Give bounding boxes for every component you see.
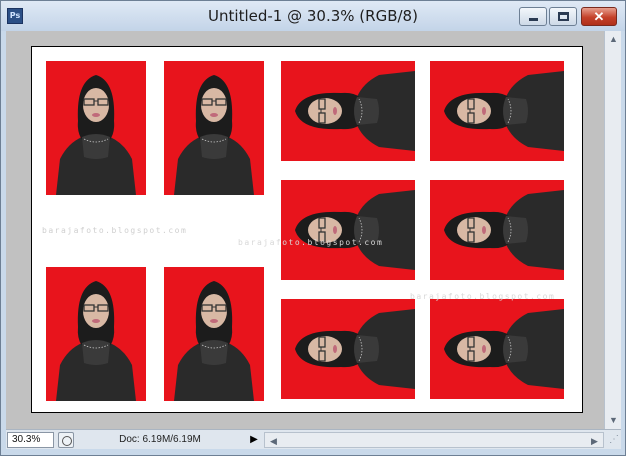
maximize-button[interactable] — [549, 7, 577, 26]
portrait-photo-rotated — [280, 60, 416, 162]
portrait-photo — [163, 60, 265, 196]
scroll-right-arrow-icon[interactable]: ▶ — [587, 434, 602, 449]
document-size-info: Doc: 6.19M/6.19M — [119, 434, 201, 445]
scroll-down-arrow-icon[interactable]: ▼ — [606, 413, 621, 428]
document-canvas[interactable]: barajafoto.blogspot.com barajafoto.blogs… — [31, 46, 583, 413]
close-icon: ✕ — [593, 9, 605, 24]
scroll-up-arrow-icon[interactable]: ▲ — [606, 32, 621, 47]
status-bar: 30.3% Doc: 6.19M/6.19M ▶ ◀ ▶ ⋰ — [6, 429, 621, 449]
watermark-text: barajafoto.blogspot.com — [238, 238, 383, 247]
portrait-photo — [45, 60, 147, 196]
portrait-photo-rotated — [280, 298, 416, 400]
portrait-photo — [45, 266, 147, 402]
portrait-photo — [163, 266, 265, 402]
minimize-button[interactable] — [519, 7, 547, 26]
portrait-photo-rotated — [280, 179, 416, 281]
zoom-level-field[interactable]: 30.3% — [7, 432, 54, 448]
scroll-left-arrow-icon[interactable]: ◀ — [266, 434, 281, 449]
portrait-photo-rotated — [429, 298, 565, 400]
status-info-icon[interactable] — [58, 432, 74, 448]
resize-grip-icon[interactable]: ⋰ — [607, 433, 621, 447]
watermark-text: barajafoto.blogspot.com — [42, 226, 187, 235]
canvas-area[interactable]: barajafoto.blogspot.com barajafoto.blogs… — [6, 31, 604, 429]
close-button[interactable]: ✕ — [581, 7, 617, 26]
document-window: Ps Untitled-1 @ 30.3% (RGB/8) ✕ barajafo… — [0, 0, 626, 456]
maximize-icon — [558, 12, 569, 21]
minimize-icon — [529, 18, 538, 21]
horizontal-scrollbar[interactable]: ◀ ▶ — [264, 432, 604, 448]
watermark-text: barajafoto.blogspot.com — [410, 292, 555, 301]
portrait-photo-rotated — [429, 179, 565, 281]
title-bar[interactable]: Ps Untitled-1 @ 30.3% (RGB/8) ✕ — [1, 1, 625, 31]
vertical-scrollbar[interactable]: ▲ ▼ — [604, 31, 621, 429]
portrait-photo-rotated — [429, 60, 565, 162]
status-menu-arrow-icon[interactable]: ▶ — [246, 432, 262, 448]
photo-sheet: barajafoto.blogspot.com barajafoto.blogs… — [42, 60, 565, 402]
